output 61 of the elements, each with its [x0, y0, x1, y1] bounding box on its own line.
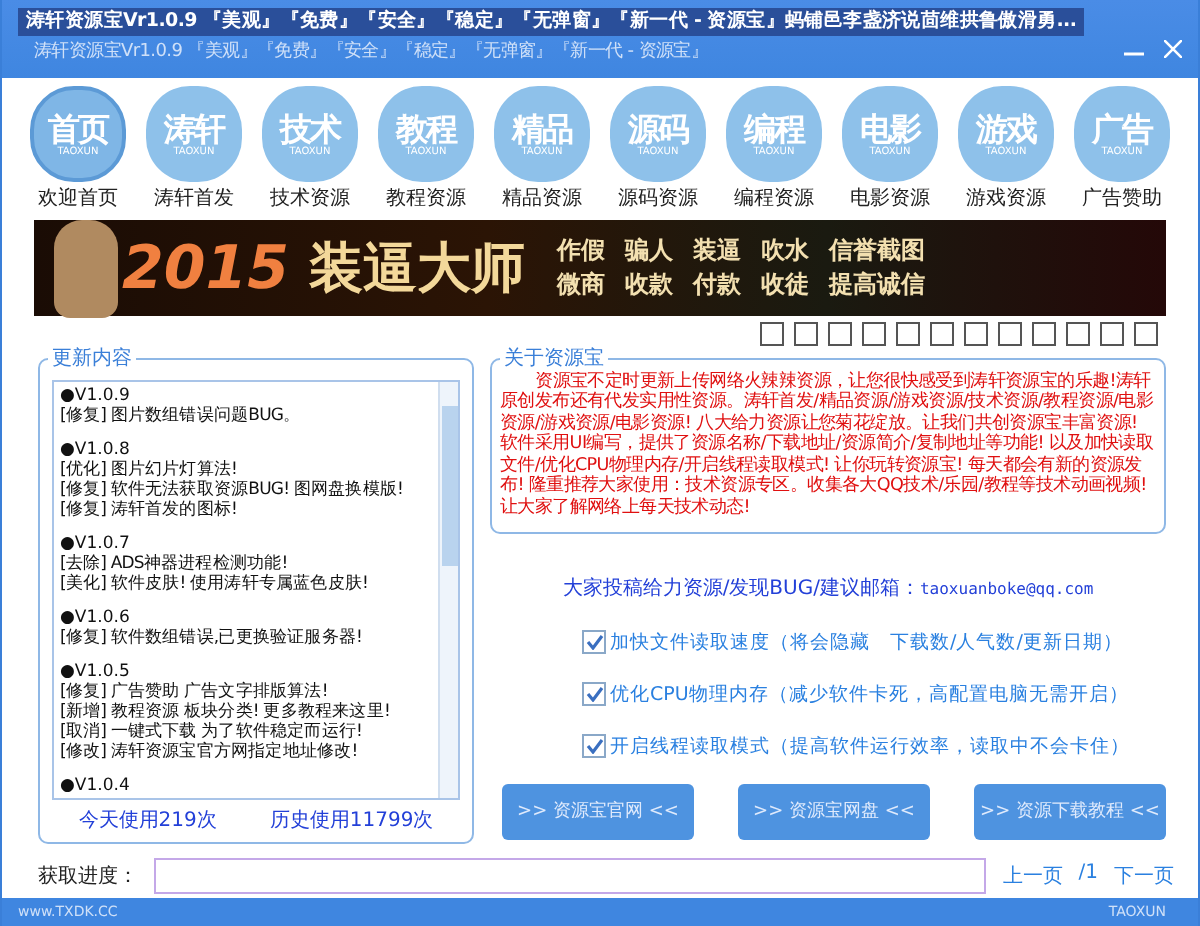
- square-icon: [828, 321, 852, 346]
- changelog-line: [去除] ADS神器进程检测功能!: [60, 553, 290, 574]
- contact-label: 大家投稿给力资源/发现BUG/建议邮箱：: [562, 577, 920, 600]
- square-icon: [1066, 321, 1090, 346]
- banner-word: 收款: [625, 268, 673, 303]
- square-icon: [862, 321, 886, 346]
- banner-word: 信誉截图: [829, 234, 925, 269]
- banner-headline: 装逼大师: [309, 236, 525, 305]
- checkbox[interactable]: [582, 682, 606, 707]
- changelog-line: [修复] 图片数组错误问题BUG。: [60, 405, 303, 426]
- changelog-line: [修复] 涛轩首发的图标!: [60, 499, 240, 520]
- banner-word: 收徒: [761, 268, 809, 303]
- changelog-line: [修复] 软件数组错误,已更换验证服务器!: [60, 627, 365, 648]
- total-count: 历史使用11799次: [269, 807, 434, 834]
- square-icon: [930, 321, 954, 346]
- version-heading: ●V1.0.5: [60, 661, 132, 682]
- changelog-line: [修改] 涛轩资源宝官方网指定地址修改!: [60, 741, 360, 762]
- square-icon: [1032, 321, 1056, 346]
- close-icon[interactable]: [1164, 40, 1182, 58]
- ad-banner[interactable]: 2015 装逼大师 作假 骗人 装逼 吹水 信誉截图 微商 收款 付款 收徒 提高诚信: [34, 220, 1166, 316]
- progress-field[interactable]: [154, 857, 987, 894]
- banner-word: 作假: [557, 234, 605, 269]
- changelog-line: [修复] 广告赞助 广告文字排版算法!: [60, 681, 330, 702]
- square-icon: [794, 321, 818, 346]
- group-title: 更新内容: [48, 343, 136, 372]
- prev-page-link[interactable]: 上一页: [1002, 861, 1063, 890]
- progress-label: 获取进度：: [38, 863, 138, 890]
- version-heading: ●V1.0.4: [60, 775, 132, 796]
- group-title: 关于资源宝: [500, 343, 608, 372]
- changelog-line: [新增] 教程资源 板块分类! 更多教程来这里!: [60, 701, 392, 722]
- changelog-line: [美化] 软件皮肤! 使用涛轩专属蓝色皮肤!: [60, 573, 371, 594]
- square-icon: [1100, 321, 1124, 346]
- banner-word: 付款: [693, 268, 741, 303]
- version-heading: ●V1.0.9: [60, 385, 132, 406]
- next-page-link[interactable]: 下一页: [1114, 861, 1174, 890]
- window-subtitle: 涛轩资源宝Vr1.0.9 『美观』『免费』『安全』『稳定』『无弹窗』『新一代 - 资源宝』: [34, 40, 709, 64]
- page-number: /1: [1078, 861, 1098, 888]
- banner-word: 微商: [557, 268, 605, 303]
- square-icon: [896, 321, 920, 346]
- changelog-line: [取消] 一键式下载 为了软件稳定而运行!: [60, 721, 365, 742]
- changelog-line: [修复] 软件无法获取资源BUG! 图网盘换模版!: [60, 479, 405, 500]
- banner-word: 骗人: [625, 234, 673, 269]
- version-heading: ●V1.0.6: [60, 607, 132, 628]
- banner-word: 装逼: [693, 234, 741, 269]
- banner-word: 提高诚信: [829, 268, 925, 303]
- square-icon: [1134, 321, 1158, 346]
- window-title: 涛轩资源宝Vr1.0.9 『美观』『免费』『安全』『稳定』『无弹窗』『新一代 - 资源宝』蚂铺邑李盏济说茴维拱鲁傲滑勇...: [18, 8, 1085, 36]
- email-text: taoxuanboke@qq.com: [919, 579, 1094, 598]
- checkbox[interactable]: [582, 630, 606, 655]
- banner-year: 2015: [122, 233, 289, 304]
- scrollbar[interactable]: [438, 381, 458, 798]
- square-icon: [998, 321, 1022, 346]
- square-icon: [964, 321, 988, 346]
- version-heading: ●V1.0.8: [60, 439, 132, 460]
- version-heading: ●V1.0.7: [60, 533, 132, 554]
- square-icon: [760, 321, 784, 346]
- today-count: 今天使用219次: [78, 807, 217, 834]
- changelog-line: [优化] 图片幻片灯算法!: [60, 459, 240, 480]
- banner-word: 吹水: [761, 234, 809, 269]
- checkbox[interactable]: [582, 734, 606, 759]
- about-text: 资源宝不定时更新上传网络火辣辣资源，让您很快感受到涛轩资源宝的乐趣!涛轩原创发布还有代发实用性资源。涛轩首发/精品资源/游戏资源/技术资源/教程资源/电影资源/游戏资源/电影资源! 八大给力资源让您菊花绽放。让我们共创资源宝丰富资源! 软件采用UI编写，提供了资源名称/下载地址/资源简介/复制地址等功能! 以及加快读取文件/优化CPU物理内存/开启线程读取模式! 让你玩转资源宝! 每天都会有新的资源发布! 隆重推荐大家使用：技术资源专区。收集各大QQ技术/乐园/教程等技术动画视频! 让大家了解网络上每天技术动态!: [500, 371, 1156, 519]
